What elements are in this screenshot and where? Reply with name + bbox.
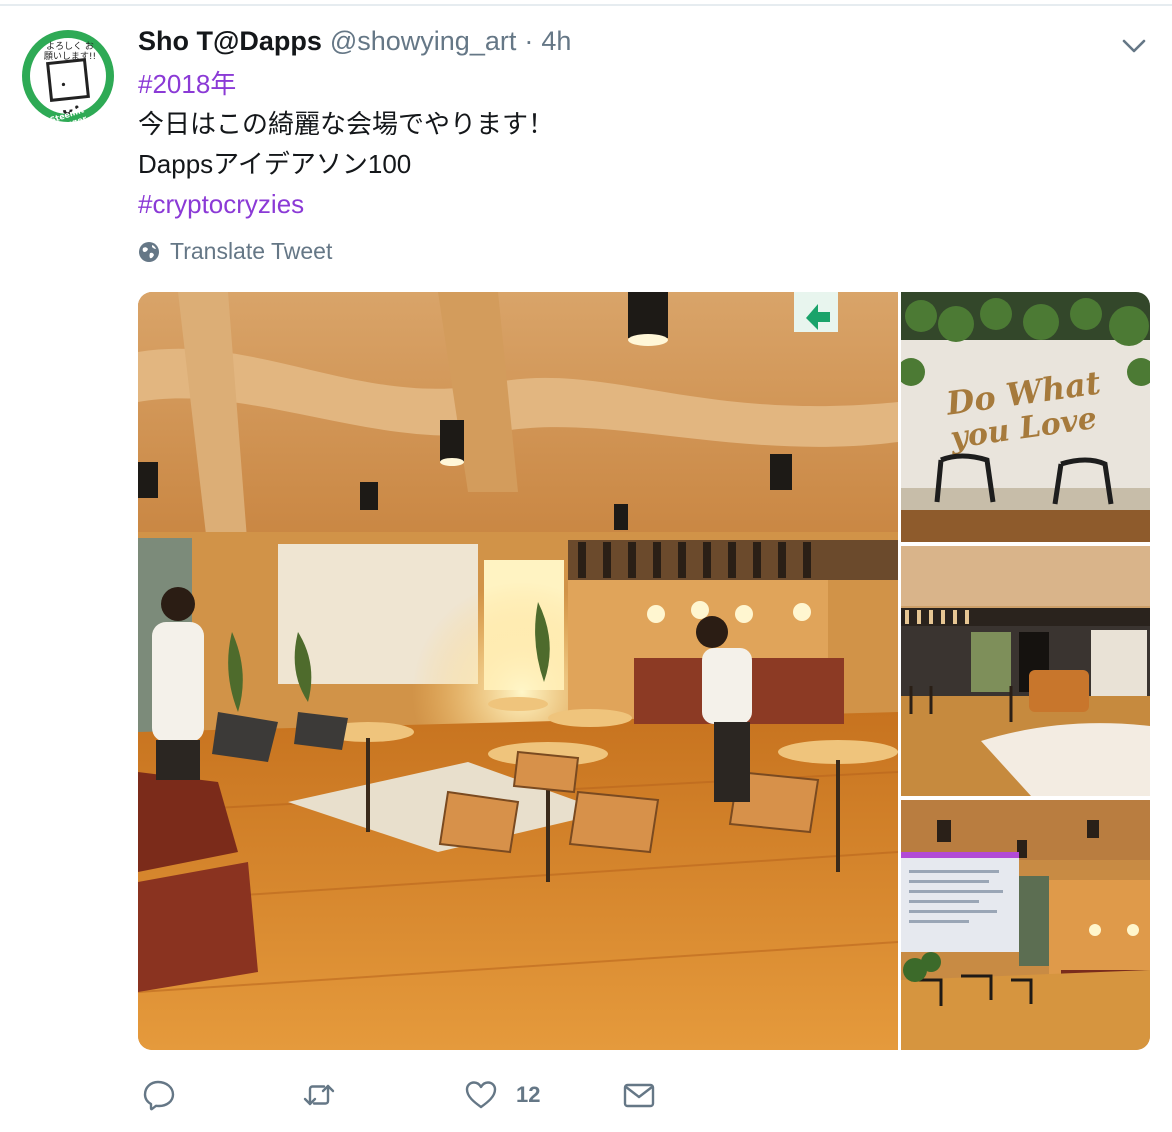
tweet-actions: 12 (138, 1070, 678, 1126)
author-name[interactable]: Sho T@Dapps (138, 26, 322, 57)
translate-tweet-link[interactable]: Translate Tweet (138, 238, 332, 265)
hashtag-link-2018[interactable]: #2018年 (138, 64, 554, 104)
translate-label: Translate Tweet (170, 238, 333, 264)
photo-presentation-room[interactable] (901, 800, 1150, 1050)
tweet-text-line: Dappsアイデアソン100 (138, 149, 412, 179)
like-button[interactable]: 12 (464, 1078, 540, 1112)
avatar-box-character: ･ᴗ･ (46, 58, 90, 119)
tweet-header: Sho T@Dapps @showying_art · 4h (138, 26, 571, 62)
heart-icon (465, 1081, 497, 1109)
avatar[interactable]: よろしく お願いします!! ･ᴗ･ Steemit Blogger (22, 30, 114, 122)
tweet-timestamp[interactable]: 4h (541, 26, 571, 57)
photo-grid: Do What you Love (138, 292, 1150, 1050)
more-options-chevron-down-icon[interactable] (1118, 34, 1150, 58)
author-handle[interactable]: @showying_art (330, 26, 517, 57)
globe-icon (139, 241, 159, 262)
like-count: 12 (516, 1082, 541, 1107)
photo-kitchen-area[interactable] (901, 546, 1150, 796)
top-divider (0, 0, 1172, 6)
hashtag-link-cryptocryzies[interactable]: #cryptocryzies (138, 184, 554, 224)
photo-do-what-you-love[interactable]: Do What you Love (901, 292, 1150, 542)
tweet-text: #2018年 今日はこの綺麗な会場でやります！ Dappsアイデアソン100 #… (138, 64, 554, 224)
envelope-icon (623, 1083, 655, 1108)
photo-main-venue[interactable] (138, 292, 898, 1050)
retweet-button[interactable] (302, 1078, 354, 1112)
retweet-icon (303, 1084, 335, 1106)
reply-icon (143, 1080, 175, 1111)
tweet-text-line: 今日はこの綺麗な会場でやります！ (138, 109, 555, 139)
direct-message-button[interactable] (622, 1078, 674, 1112)
reply-button[interactable] (142, 1078, 194, 1112)
separator-dot: · (524, 26, 534, 56)
